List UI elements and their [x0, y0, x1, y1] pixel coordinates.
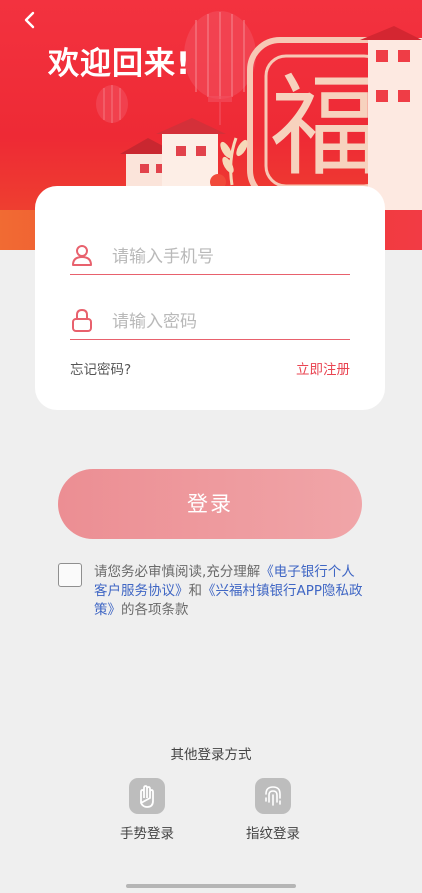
- fingerprint-login-button[interactable]: 指纹登录: [233, 778, 313, 842]
- password-input[interactable]: 请输入密码: [112, 307, 197, 332]
- password-field[interactable]: 请输入密码: [70, 301, 350, 340]
- agreement-text: 请您务必审慎阅读,充分理解《电子银行个人客户服务协议》和《兴福村镇银行APP隐私…: [94, 563, 366, 620]
- page-title: 欢迎回来!: [48, 46, 192, 82]
- fu-character-decoration: 福: [270, 63, 380, 191]
- agreement-prefix: 请您务必审慎阅读,充分理解: [94, 564, 261, 580]
- gesture-tile[interactable]: [129, 778, 165, 814]
- user-icon: [72, 245, 92, 266]
- fingerprint-tile[interactable]: [255, 778, 291, 814]
- agreement-checkbox[interactable]: [58, 563, 82, 587]
- lock-icon: [72, 308, 92, 332]
- gesture-hand-icon: [140, 785, 154, 808]
- back-icon[interactable]: [20, 10, 40, 30]
- gesture-login-label: 手势登录: [120, 826, 174, 842]
- forgot-password-link[interactable]: 忘记密码?: [70, 358, 131, 378]
- login-button[interactable]: 登录: [58, 469, 362, 539]
- gesture-login-button[interactable]: 手势登录: [107, 778, 187, 842]
- login-card: 请输入手机号 请输入密码 忘记密码? 立即注册: [35, 186, 385, 410]
- phone-field[interactable]: 请输入手机号: [70, 236, 350, 275]
- register-link[interactable]: 立即注册: [296, 358, 350, 378]
- fingerprint-icon: [265, 786, 281, 806]
- phone-input[interactable]: 请输入手机号: [112, 242, 214, 267]
- agreement-middle: 和: [188, 583, 203, 599]
- other-login-title: 其他登录方式: [170, 747, 252, 763]
- fingerprint-login-label: 指纹登录: [246, 826, 300, 842]
- agreement-suffix: 的各项条款: [121, 602, 189, 618]
- home-indicator[interactable]: [126, 884, 296, 888]
